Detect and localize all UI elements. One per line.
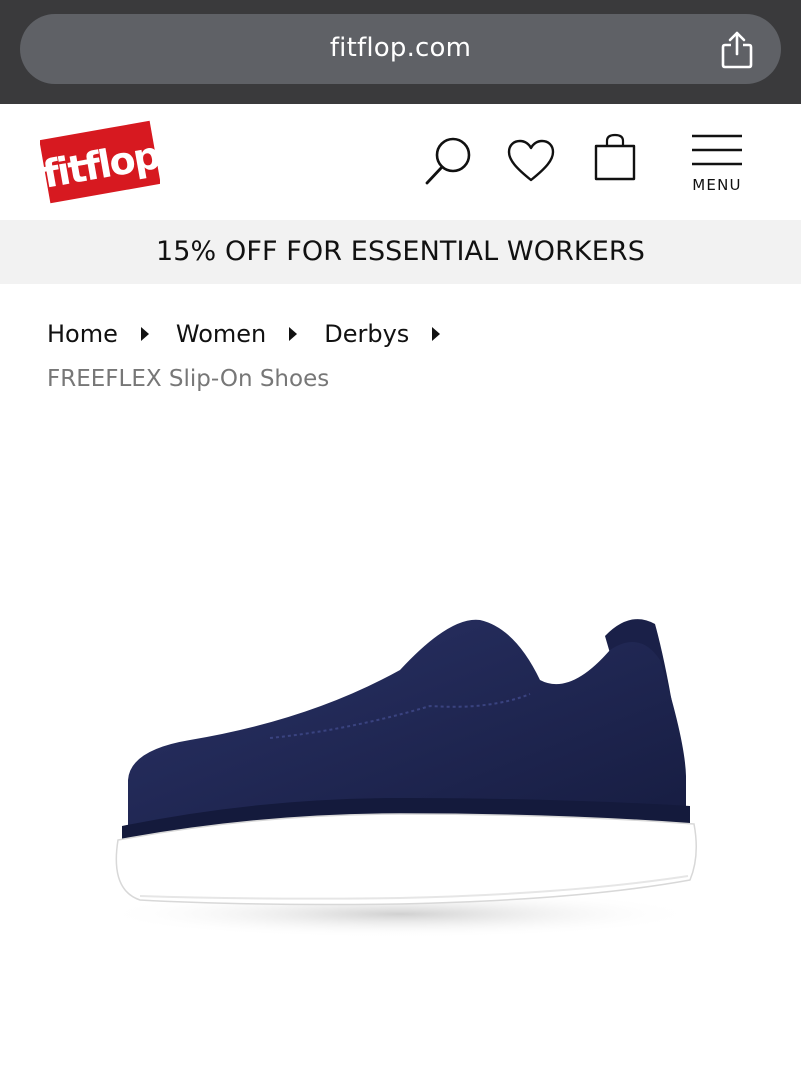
breadcrumb-derbys[interactable]: Derbys	[324, 320, 409, 348]
bag-icon[interactable]	[592, 132, 638, 182]
heart-icon[interactable]	[506, 138, 556, 184]
breadcrumb-home[interactable]: Home	[47, 320, 118, 348]
browser-toolbar: fitflop.com	[0, 0, 801, 104]
menu-label: MENU	[692, 176, 742, 194]
promo-banner[interactable]: 15% OFF FOR ESSENTIAL WORKERS	[0, 220, 801, 284]
hamburger-icon	[692, 134, 742, 166]
url-text[interactable]: fitflop.com	[20, 14, 781, 84]
site-header: fitflop MENU	[0, 104, 801, 220]
chevron-right-icon	[432, 327, 441, 341]
share-icon[interactable]	[719, 30, 755, 70]
fitflop-logo[interactable]: fitflop	[40, 116, 160, 208]
chevron-right-icon	[140, 327, 149, 341]
breadcrumb-current: FREEFLEX Slip-On Shoes	[47, 366, 330, 392]
product-image[interactable]	[100, 600, 700, 940]
menu-button[interactable]: MENU	[688, 132, 746, 196]
search-icon[interactable]	[423, 134, 475, 186]
address-bar[interactable]: fitflop.com	[20, 14, 781, 84]
chevron-right-icon	[289, 327, 298, 341]
breadcrumb-women[interactable]: Women	[176, 320, 266, 348]
breadcrumb: Home Women Derbys	[47, 316, 467, 352]
